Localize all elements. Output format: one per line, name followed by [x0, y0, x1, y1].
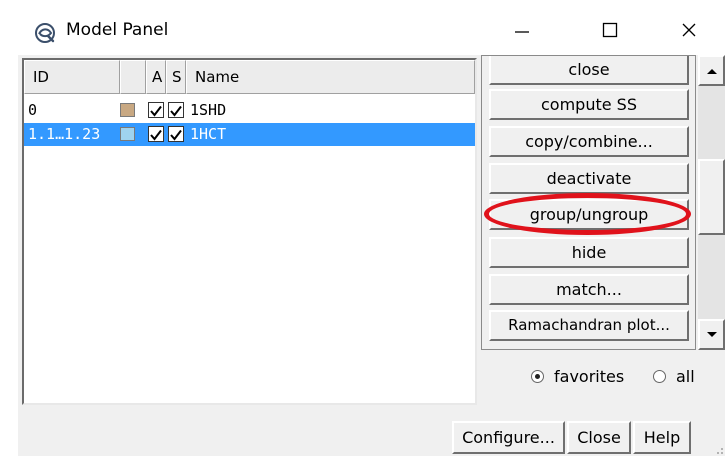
model-name: 1HCT [190, 125, 227, 143]
ramachandran-plot-button[interactable]: Ramachandran plot... [489, 310, 689, 341]
table-row[interactable]: 0 1SHD [24, 99, 475, 122]
column-header-color[interactable] [120, 60, 146, 94]
favorites-radio[interactable] [531, 370, 544, 383]
scrollbar-thumb[interactable] [698, 159, 725, 235]
arrow-down-icon [706, 331, 717, 337]
shown-checkbox[interactable] [168, 102, 184, 118]
column-header-active[interactable]: A [146, 60, 166, 94]
favorites-radio-option[interactable]: favorites [531, 367, 624, 386]
close-command-button[interactable]: close [489, 56, 689, 85]
model-color-swatch[interactable] [120, 127, 135, 141]
hide-button[interactable]: hide [489, 237, 689, 268]
minimize-icon [515, 31, 529, 33]
scroll-up-button[interactable] [698, 55, 725, 86]
model-id: 1.1…1.23 [28, 125, 101, 143]
chimera-icon [35, 23, 55, 43]
scroll-down-button[interactable] [698, 319, 725, 350]
help-button[interactable]: Help [633, 421, 691, 454]
column-header-id[interactable]: ID [24, 60, 120, 94]
command-list-scrollbar[interactable] [698, 55, 725, 350]
all-label: all [676, 367, 695, 386]
highlight-annotation [484, 193, 691, 235]
checkmark-icon [150, 105, 162, 117]
close-button[interactable]: Close [567, 421, 631, 454]
table-row[interactable]: 1.1…1.23 1HCT [24, 123, 475, 146]
resize-grip-icon[interactable] [712, 443, 724, 455]
configure-button[interactable]: Configure... [452, 421, 565, 454]
title-bar: Model Panel [0, 0, 725, 60]
all-radio-option[interactable]: all [653, 367, 695, 386]
checkmark-icon [170, 129, 182, 141]
shown-checkbox[interactable] [168, 126, 184, 142]
checkmark-icon [150, 129, 162, 141]
close-icon [682, 23, 696, 37]
model-name: 1SHD [190, 101, 227, 119]
column-header-name[interactable]: Name [186, 60, 475, 94]
model-panel-body: ID A S Name 0 1SHD 1.1…1.23 1HCT close c… [18, 55, 725, 456]
model-table[interactable]: ID A S Name 0 1SHD 1.1…1.23 1HCT [22, 58, 477, 405]
compute-ss-button[interactable]: compute SS [489, 89, 689, 120]
active-checkbox[interactable] [148, 126, 164, 142]
copy-combine-button[interactable]: copy/combine... [489, 126, 689, 157]
window-close-button[interactable] [664, 8, 714, 52]
window-title: Model Panel [66, 20, 169, 40]
maximize-icon [602, 22, 618, 38]
arrow-up-icon [706, 68, 717, 74]
active-checkbox[interactable] [148, 102, 164, 118]
all-radio[interactable] [653, 370, 666, 383]
deactivate-button[interactable]: deactivate [489, 163, 689, 194]
checkmark-icon [170, 105, 182, 117]
favorites-label: favorites [554, 367, 625, 386]
maximize-button[interactable] [585, 8, 635, 52]
minimize-button[interactable] [497, 8, 547, 52]
match-button[interactable]: match... [489, 274, 689, 305]
table-header: ID A S Name [24, 60, 475, 96]
model-color-swatch[interactable] [120, 103, 135, 117]
model-id: 0 [28, 101, 38, 119]
column-header-shown[interactable]: S [166, 60, 186, 94]
